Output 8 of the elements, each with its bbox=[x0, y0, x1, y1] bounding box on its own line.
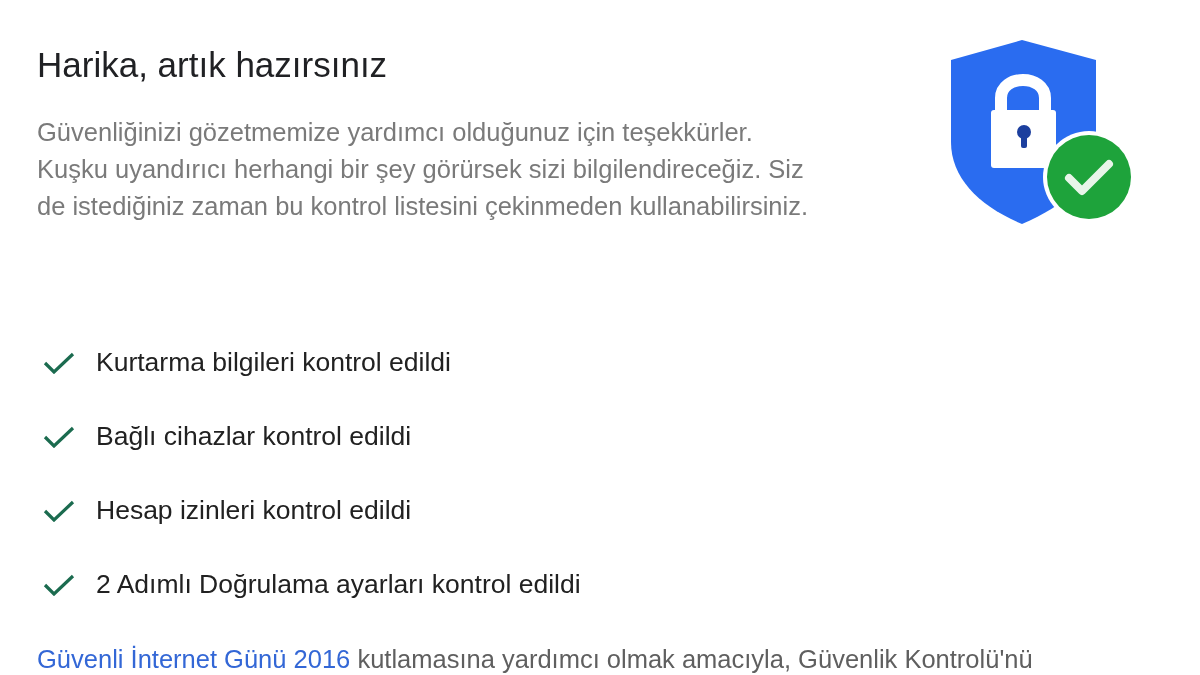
checklist-item-text: Bağlı cihazlar kontrol edildi bbox=[96, 420, 412, 454]
checklist-item-text: Kurtarma bilgileri kontrol edildi bbox=[96, 346, 451, 380]
footer-text: Güvenli İnternet Günü 2016 kutlamasına yardımcı olmak amacıyla, Güvenlik Kontrolü'nü bbox=[37, 644, 1034, 674]
event-link[interactable]: Güvenli İnternet Günü 2016 bbox=[37, 645, 351, 673]
description-text: Güvenliğinizi gözetmemize yardımcı olduğunuz için teşekkürler. Kuşku uyandırıcı herhangi bir şey görürsek sizi bilgilendireceğiz. Siz de istediğiniz zaman bu kontrol listesini çekinmeden kullanabilirsiniz. bbox=[37, 117, 810, 222]
checklist-item-text: 2 Adımlı Doğrulama ayarları kontrol edildi bbox=[96, 568, 581, 602]
checklist-item-text: Hesap izinleri kontrol edildi bbox=[96, 494, 412, 528]
page-title: Harika, artık hazırsınız bbox=[37, 44, 389, 86]
